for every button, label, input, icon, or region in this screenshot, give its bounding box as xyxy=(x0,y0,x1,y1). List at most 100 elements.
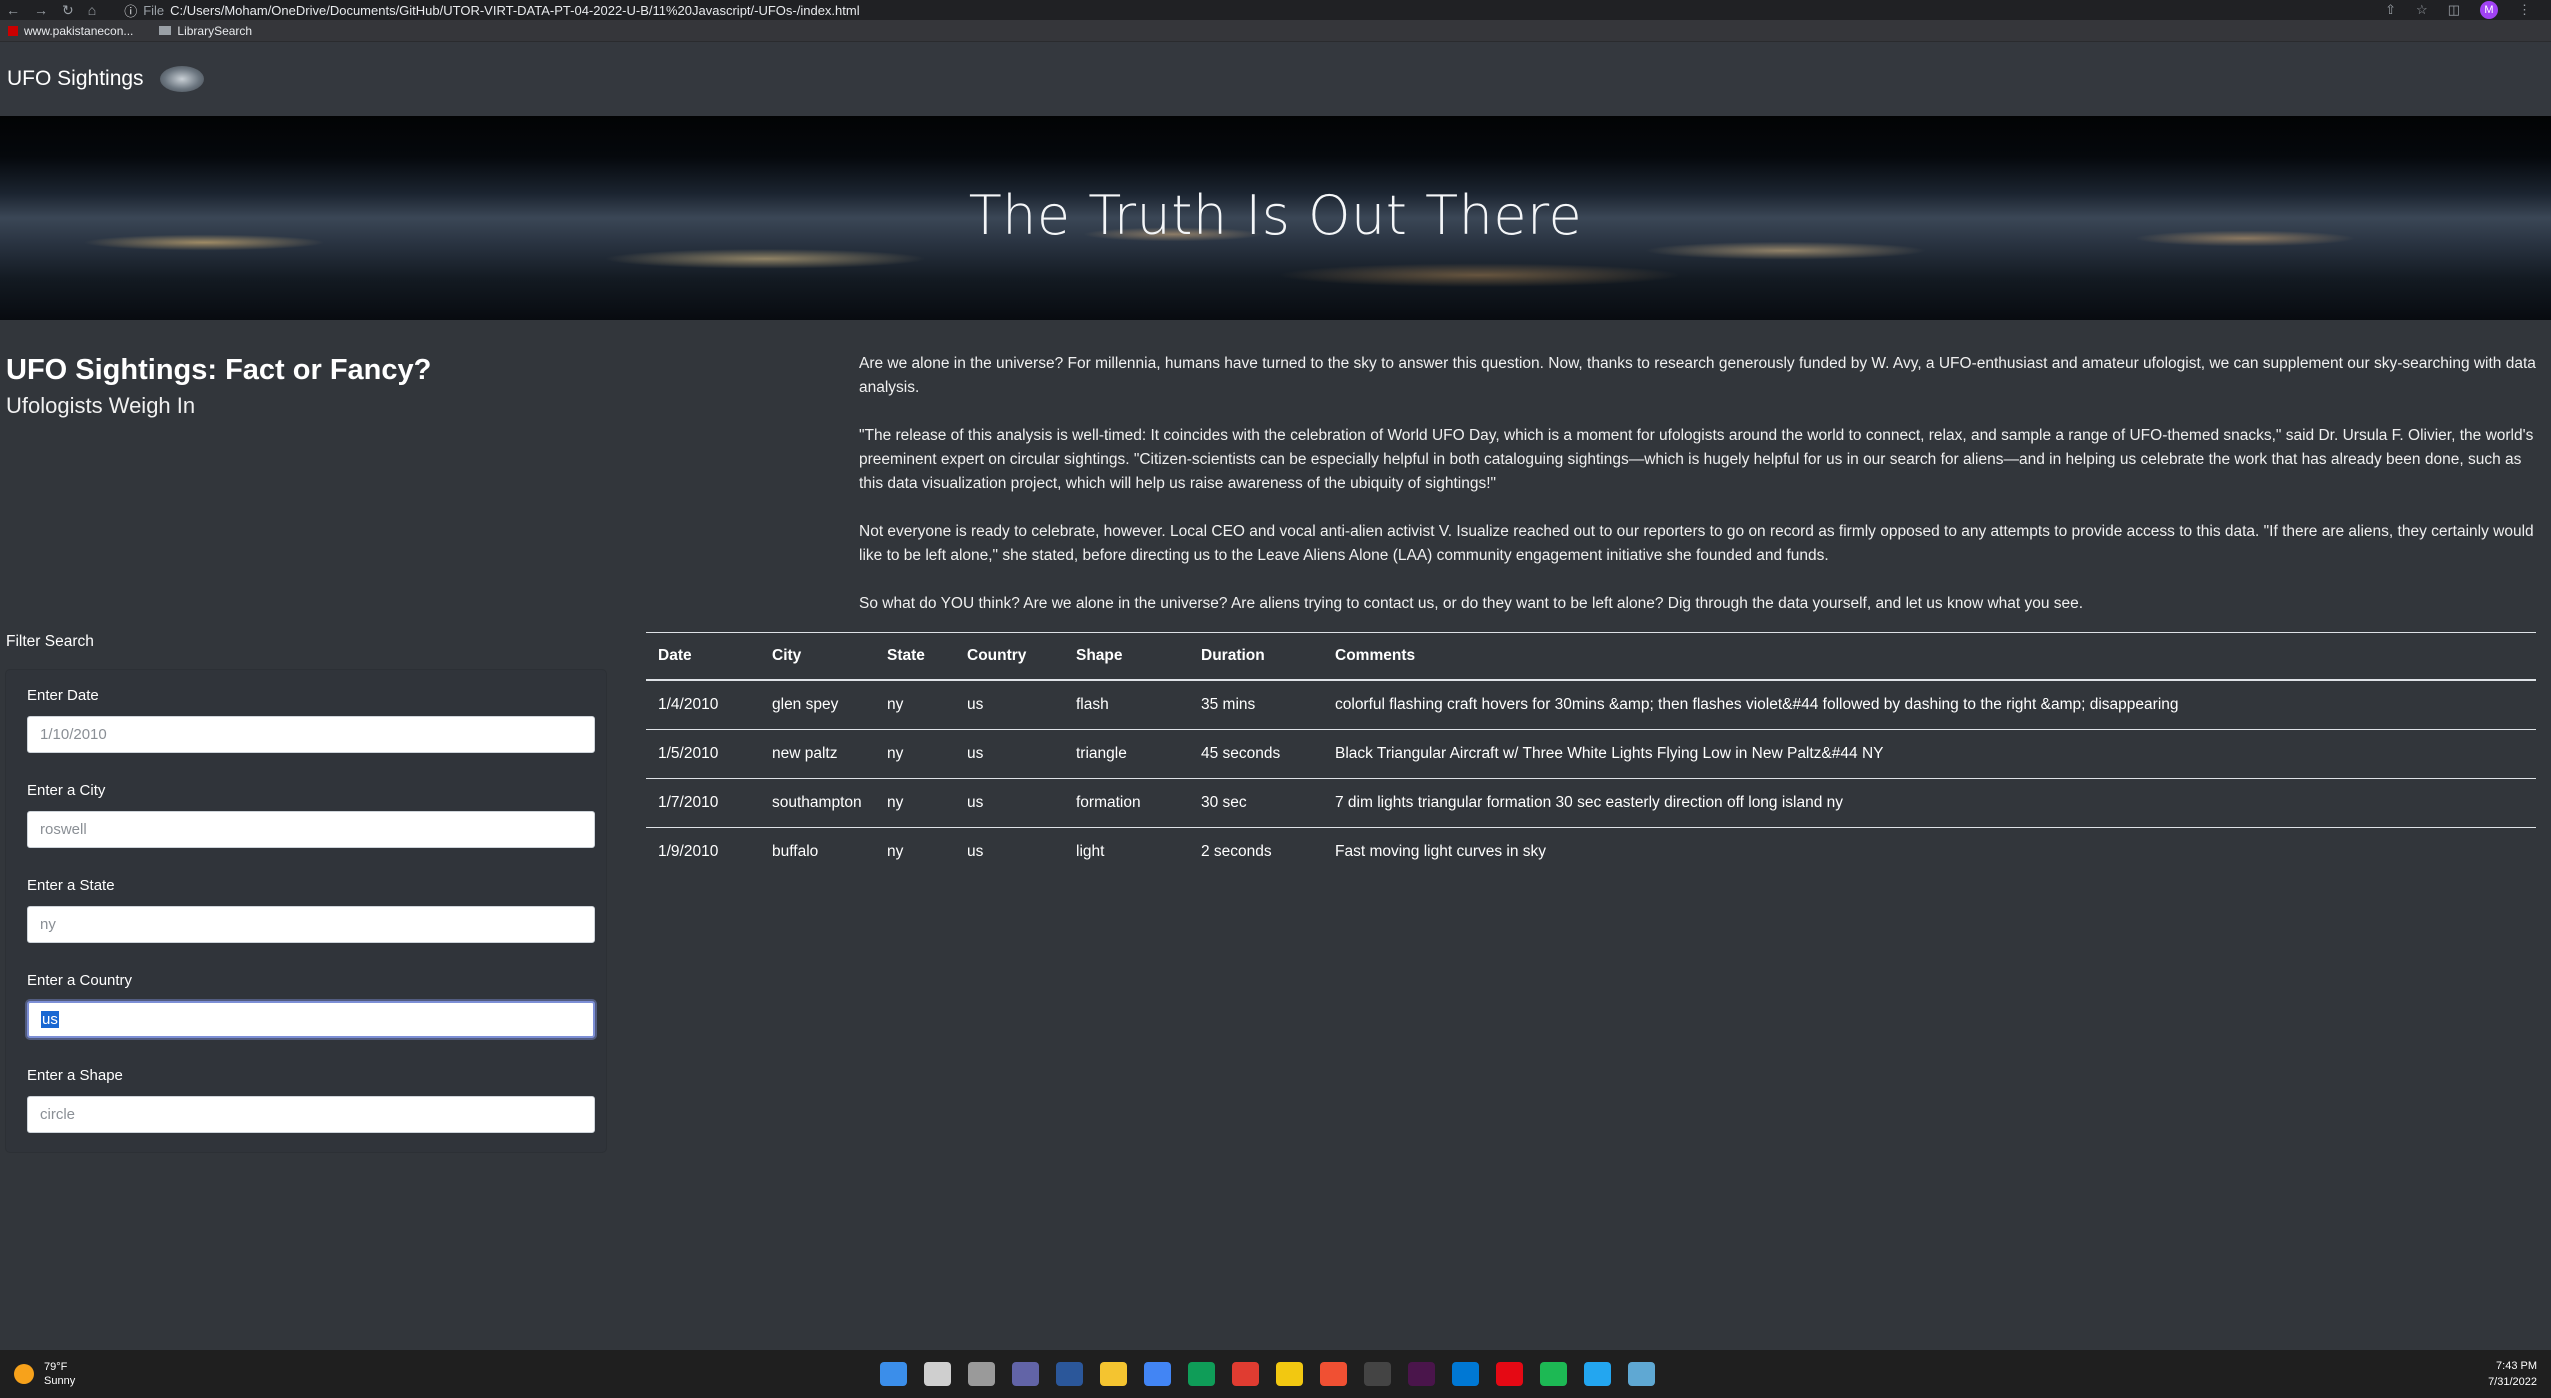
info-icon[interactable]: ⓘ xyxy=(124,1,137,20)
task-view-icon[interactable] xyxy=(968,1362,995,1386)
cell-shape: light xyxy=(1076,843,1105,860)
bookmark-item[interactable]: www.pakistanecon... xyxy=(8,24,133,38)
cell-city: new paltz xyxy=(760,729,875,779)
power-bi-icon[interactable] xyxy=(1276,1362,1303,1386)
office-icon[interactable] xyxy=(1232,1362,1259,1386)
weather-condition: Sunny xyxy=(44,1375,76,1387)
article-paragraph: "The release of this analysis is well-ti… xyxy=(859,427,2534,492)
date-filter-group: Enter Date 1/10/2010 xyxy=(27,687,595,753)
header-state: State xyxy=(875,632,955,681)
state-label: Enter a State xyxy=(27,877,115,894)
cell-comments: Black Triangular Aircraft w/ Three White… xyxy=(1323,729,2536,779)
back-icon[interactable]: ← xyxy=(6,2,20,19)
country-filter-group: Enter a Country us xyxy=(27,972,595,1038)
shape-input[interactable]: circle xyxy=(27,1096,595,1133)
reload-icon[interactable]: ↻ xyxy=(62,2,74,19)
photos-icon[interactable] xyxy=(1628,1362,1655,1386)
sun-icon xyxy=(14,1364,34,1384)
home-icon[interactable]: ⌂ xyxy=(88,2,96,19)
search-icon[interactable] xyxy=(924,1362,951,1386)
sidebar-icon[interactable]: ◫ xyxy=(2448,2,2460,18)
state-input[interactable]: ny xyxy=(27,906,595,943)
shape-filter-group: Enter a Shape circle xyxy=(27,1067,595,1133)
city-input[interactable]: roswell xyxy=(27,811,595,848)
menu-icon[interactable]: ⋮ xyxy=(2518,2,2531,18)
header-city: City xyxy=(760,632,875,681)
book-icon xyxy=(159,26,172,35)
date-label: Enter Date xyxy=(27,687,99,704)
browser-toolbar: ← → ↻ ⌂ ⓘ File C:/Users/Moham/OneDrive/D… xyxy=(0,0,2551,20)
edge-icon[interactable] xyxy=(1188,1362,1215,1386)
weather-widget[interactable]: 79°F Sunny xyxy=(0,1360,75,1388)
article-body: Are we alone in the universe? For millen… xyxy=(859,352,2539,640)
cell-comments: Fast moving light curves in sky xyxy=(1335,843,1547,860)
article-paragraph: So what do YOU think? Are we alone in th… xyxy=(859,595,2084,612)
bookmark-item[interactable]: LibrarySearch xyxy=(159,24,252,38)
page-subtitle: Ufologists Weigh In xyxy=(6,393,196,418)
cell-state: ny xyxy=(875,778,955,828)
cell-duration: 45 seconds xyxy=(1189,729,1323,779)
outlook-icon[interactable] xyxy=(1452,1362,1479,1386)
slack-icon[interactable] xyxy=(1408,1362,1435,1386)
country-input[interactable]: us xyxy=(27,1001,595,1038)
cell-shape: flash xyxy=(1064,680,1189,730)
start-icon[interactable] xyxy=(880,1362,907,1386)
file-label: File xyxy=(143,2,165,18)
netflix-icon[interactable] xyxy=(1496,1362,1523,1386)
table-header-row: Date City State Country Shape Duration C… xyxy=(646,632,2536,681)
shape-label: Enter a Shape xyxy=(27,1067,123,1084)
chrome-icon[interactable] xyxy=(1144,1362,1171,1386)
cell-city: glen spey xyxy=(760,680,875,730)
navbar-brand[interactable]: UFO Sightings xyxy=(7,67,144,91)
windows-taskbar: 79°F Sunny 7:43 PM 7/31/2022 xyxy=(0,1350,2551,1398)
cell-date: 1/7/2010 xyxy=(646,778,760,828)
intro-heading: UFO Sightings: Fact or Fancy? Ufologists… xyxy=(6,354,826,419)
address-bar[interactable]: ⓘ File C:/Users/Moham/OneDrive/Documents… xyxy=(124,1,859,20)
cell-date: 1/5/2010 xyxy=(646,729,760,779)
file-explorer-icon[interactable] xyxy=(1100,1362,1127,1386)
page-title: UFO Sightings: Fact or Fancy? xyxy=(6,354,432,386)
avatar[interactable]: M xyxy=(2480,1,2498,19)
terminal-icon[interactable] xyxy=(1364,1362,1391,1386)
clock-time: 7:43 PM xyxy=(2496,1360,2537,1372)
country-input-selected-text: us xyxy=(41,1011,59,1028)
hero-title: The Truth Is Out There xyxy=(968,184,1583,247)
state-filter-group: Enter a State ny xyxy=(27,877,595,943)
cell-date: 1/4/2010 xyxy=(646,680,760,730)
app-search-icon[interactable] xyxy=(1056,1362,1083,1386)
weather-temp: 79°F xyxy=(44,1361,68,1373)
ufo-table: Date City State Country Shape Duration C… xyxy=(646,632,2536,876)
cell-city: buffalo xyxy=(772,843,819,860)
header-shape: Shape xyxy=(1064,632,1189,681)
system-clock[interactable]: 7:43 PM 7/31/2022 xyxy=(2488,1358,2537,1390)
city-label: Enter a City xyxy=(27,782,106,799)
table-row: 1/4/2010 glen spey ny us flash 35 mins c… xyxy=(646,680,2536,730)
country-label: Enter a Country xyxy=(27,972,133,989)
bookmark-favicon-icon xyxy=(8,25,18,36)
cell-city: southampton xyxy=(760,778,875,828)
teams-icon[interactable] xyxy=(1012,1362,1039,1386)
cell-comments: colorful flashing craft hovers for 30min… xyxy=(1323,680,2536,730)
taskbar-apps xyxy=(880,1362,1655,1386)
cell-country: us xyxy=(967,843,984,860)
cell-country: us xyxy=(955,778,1064,828)
vscode-icon[interactable] xyxy=(1584,1362,1611,1386)
share-icon[interactable]: ⇧ xyxy=(2385,2,2396,18)
git-icon[interactable] xyxy=(1320,1362,1347,1386)
cell-shape: triangle xyxy=(1064,729,1189,779)
site-navbar: UFO Sightings xyxy=(0,42,2551,116)
spotify-icon[interactable] xyxy=(1540,1362,1567,1386)
cell-state: ny xyxy=(887,843,904,860)
table-row: 1/9/2010 buffalo ny us light 2 seconds F… xyxy=(646,828,2536,877)
star-icon[interactable]: ☆ xyxy=(2416,2,2428,18)
cell-date: 1/9/2010 xyxy=(658,843,719,860)
cell-comments: 7 dim lights triangular formation 30 sec… xyxy=(1323,778,2536,828)
forward-icon[interactable]: → xyxy=(34,2,48,19)
ufo-icon xyxy=(159,66,204,92)
url-text[interactable]: C:/Users/Moham/OneDrive/Documents/GitHub… xyxy=(170,3,859,18)
date-input[interactable]: 1/10/2010 xyxy=(27,716,595,753)
browser-nav: ← → ↻ ⌂ xyxy=(0,2,96,19)
clock-date: 7/31/2022 xyxy=(2488,1376,2537,1388)
header-date: Date xyxy=(646,632,760,681)
header-comments: Comments xyxy=(1323,632,2536,681)
